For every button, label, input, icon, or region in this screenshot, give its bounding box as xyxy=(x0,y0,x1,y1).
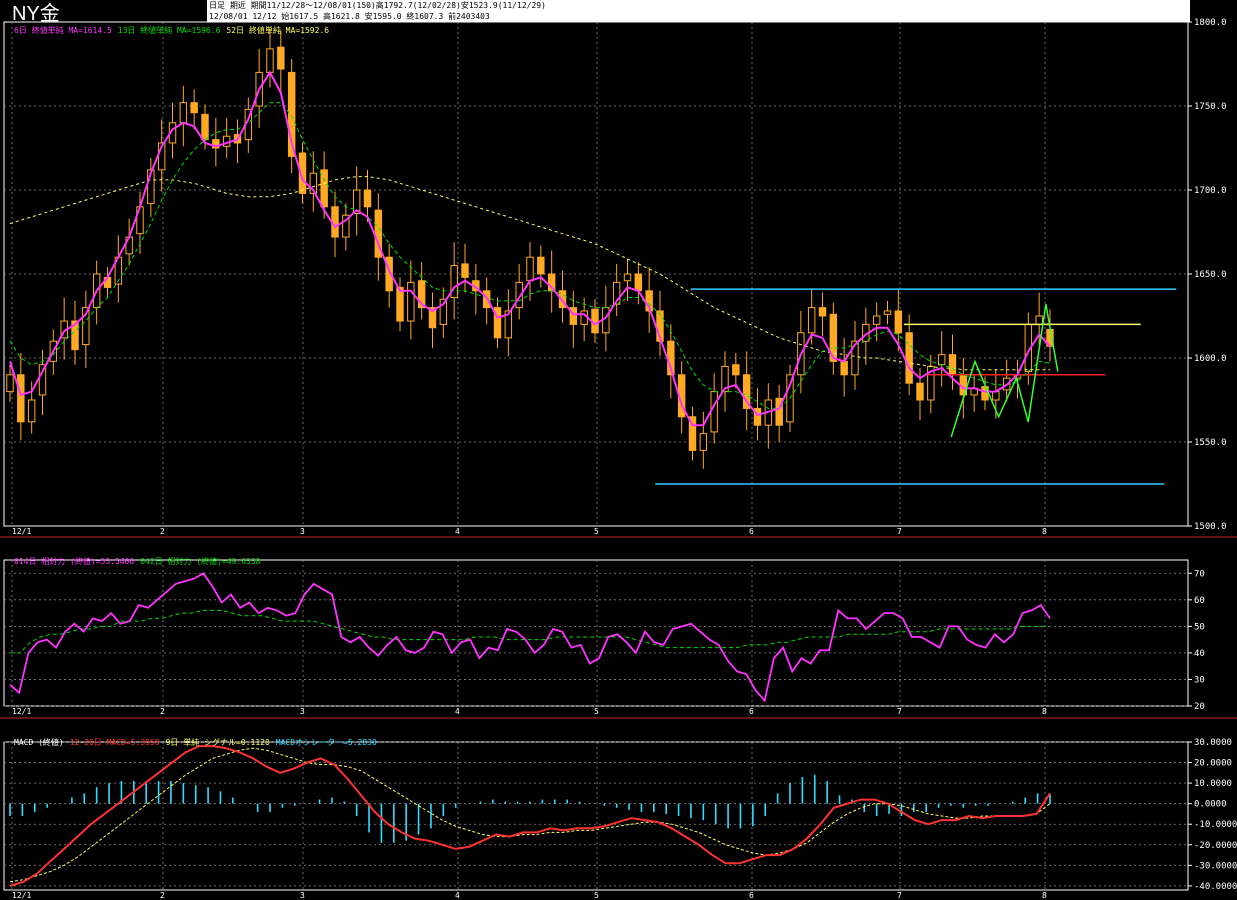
price-xtick-label: 7 xyxy=(897,527,902,536)
rsi-panel: 70 60 50 40 30 20 12/1 2 3 4 5 6 7 8 xyxy=(3,559,1205,716)
price-xtick-label: 12/1 xyxy=(12,527,31,536)
price-candle xyxy=(17,374,25,423)
macd-xtick-label: 8 xyxy=(1042,891,1047,900)
macd-xtick-label: 2 xyxy=(160,891,165,900)
rsi-legend-item: 042日 相対力 (終値)=49.6338 xyxy=(140,557,261,566)
rsi-short-line xyxy=(9,572,1051,703)
price-candle xyxy=(190,102,198,114)
macd-legend-item: MACD (終値) xyxy=(14,738,64,747)
rsi-xtick-label: 2 xyxy=(160,707,165,716)
macd-ytick-label: 10.0000 xyxy=(1194,779,1232,789)
price-ytick-label: 1650.0 xyxy=(1194,270,1227,280)
price-xtick-label: 8 xyxy=(1042,527,1047,536)
price-candle xyxy=(201,113,209,141)
price-candle xyxy=(396,286,404,322)
macd-ytick-label: -40.0000 xyxy=(1194,882,1237,892)
price-candle xyxy=(948,354,957,376)
price-candle xyxy=(27,399,36,423)
macd-ytick-label: -10.0000 xyxy=(1194,820,1237,830)
price-candle xyxy=(807,307,816,334)
price-ytick-label: 1600.0 xyxy=(1194,354,1227,364)
macd-xtick-label: 6 xyxy=(749,891,754,900)
chart-window: NY金 日足 期近 期間11/12/28～12/08/01(150)高1792.… xyxy=(0,0,1237,900)
price-panel: 1800.0 1750.0 1700.0 1650.0 1600.0 1550.0 1500… xyxy=(3,18,1227,536)
macd-ytick-label: 20.0000 xyxy=(1194,759,1232,769)
rsi-ytick-label: 50 xyxy=(1194,622,1205,632)
macd-ytick-label: 30.0000 xyxy=(1194,738,1232,748)
price-xtick-label: 3 xyxy=(300,527,305,536)
price-candle xyxy=(699,433,708,451)
price-candle xyxy=(710,391,718,433)
macd-xtick-label: 12/1 xyxy=(12,891,31,900)
macd-legend-item: MACDオシレーター=5.2830 xyxy=(275,738,377,747)
macd-line xyxy=(9,745,1051,887)
price-xtick-label: 4 xyxy=(455,527,460,536)
price-candle xyxy=(732,364,740,376)
price-legend-item: 52日 終値単純 MA=1592.6 xyxy=(226,26,330,35)
macd-xtick-label: 3 xyxy=(300,891,305,900)
price-candle xyxy=(320,169,328,208)
rsi-xtick-label: 6 xyxy=(749,707,754,716)
price-candle xyxy=(179,102,188,124)
price-candle xyxy=(905,332,913,384)
macd-ytick-label: 0.0000 xyxy=(1194,800,1227,810)
rsi-xtick-label: 12/1 xyxy=(12,707,31,716)
rsi-xtick-label: 7 xyxy=(897,707,902,716)
rsi-ytick-label: 70 xyxy=(1194,569,1205,579)
macd-legend-item: 9日 単純 シグナル=0.1120 xyxy=(165,738,270,747)
price-candle xyxy=(894,310,903,334)
rsi-legend: 014日 相対力 (終値)=53.5406 042日 相対力 (終値)=49.63… xyxy=(14,556,267,567)
price-candle xyxy=(818,307,827,317)
price-ytick-label: 1800.0 xyxy=(1194,18,1227,28)
price-candle xyxy=(872,315,881,325)
price-xtick-label: 2 xyxy=(160,527,165,536)
price-candle xyxy=(634,273,643,292)
price-candle xyxy=(277,46,285,70)
macd-legend: MACD (終値) 12-26日 MACD=5.3950 9日 単純 シグナル=0.… xyxy=(14,737,383,748)
rsi-legend-item: 014日 相対力 (終値)=53.5406 xyxy=(14,557,135,566)
price-candle xyxy=(623,273,632,282)
price-ytick-label: 1700.0 xyxy=(1194,186,1227,196)
rsi-xtick-label: 3 xyxy=(300,707,305,716)
price-candle xyxy=(937,354,946,366)
price-legend: 6日 終値単純 MA=1614.5 13日 終値単純 MA=1596.6 52日 終… xyxy=(14,25,335,36)
rsi-ytick-label: 40 xyxy=(1194,649,1205,659)
price-candle xyxy=(1035,315,1043,325)
price-candle xyxy=(363,189,372,208)
chart-svg: 1800.0 1750.0 1700.0 1650.0 1600.0 1550.0 1500… xyxy=(0,18,1237,900)
macd-xtick-label: 7 xyxy=(897,891,902,900)
price-xtick-label: 5 xyxy=(594,527,599,536)
price-candle xyxy=(992,391,1000,401)
macd-ytick-label: -20.0000 xyxy=(1194,841,1237,851)
price-candle xyxy=(266,48,274,73)
macd-xtick-label: 5 xyxy=(594,891,599,900)
price-ytick-label: 1550.0 xyxy=(1194,438,1227,448)
price-candle xyxy=(407,281,415,322)
rsi-xtick-label: 4 xyxy=(455,707,460,716)
price-legend-item: 6日 終値単純 MA=1614.5 xyxy=(14,26,112,35)
price-legend-item: 13日 終値単純 MA=1596.6 xyxy=(117,26,221,35)
price-xtick-label: 6 xyxy=(749,527,754,536)
rsi-xtick-label: 5 xyxy=(594,707,599,716)
price-candle xyxy=(526,256,534,282)
rsi-xtick-label: 8 xyxy=(1042,707,1047,716)
price-candle xyxy=(840,360,848,376)
price-candle xyxy=(916,382,924,401)
rsi-ytick-label: 30 xyxy=(1194,675,1205,685)
macd-panel: 30.0000 20.0000 10.0000 0.0000 -10.0000 -20.0… xyxy=(3,738,1237,900)
price-candle xyxy=(883,310,892,315)
price-candle xyxy=(6,374,14,393)
macd-ytick-label: -30.0000 xyxy=(1194,861,1237,871)
price-candle xyxy=(537,256,545,275)
macd-legend-item: 12-26日 MACD=5.3950 xyxy=(69,738,160,747)
price-candle xyxy=(461,263,469,278)
rsi-ytick-label: 20 xyxy=(1194,702,1205,712)
price-ytick-label: 1750.0 xyxy=(1194,102,1227,112)
macd-xtick-label: 4 xyxy=(455,891,460,900)
rsi-ytick-label: 60 xyxy=(1194,596,1205,606)
price-ytick-label: 1500.0 xyxy=(1194,522,1227,532)
